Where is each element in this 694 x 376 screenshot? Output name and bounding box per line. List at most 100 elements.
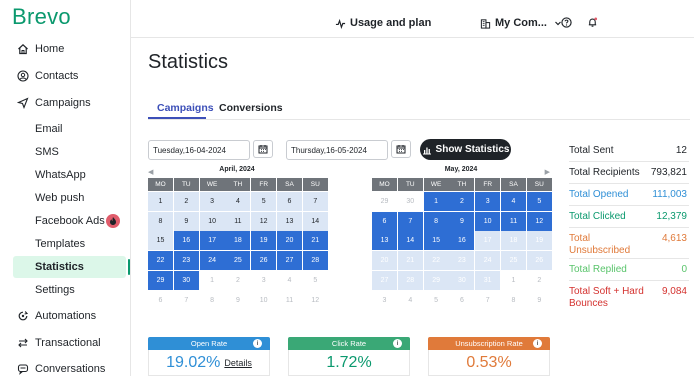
calendar-day[interactable]: 4 [225, 191, 251, 211]
show-statistics-button[interactable]: Show Statistics [420, 139, 511, 160]
calendar-day[interactable]: 10 [475, 211, 501, 231]
calendar-day[interactable]: 30 [449, 270, 475, 290]
calendar-day[interactable]: 30 [397, 191, 423, 211]
calendar-day[interactable]: 5 [423, 290, 449, 310]
calendar-day[interactable]: 7 [475, 290, 501, 310]
tab-conversions[interactable]: Conversions [219, 102, 283, 114]
calendar-day[interactable]: 21 [302, 231, 328, 251]
calendar-day[interactable]: 27 [372, 270, 397, 290]
calendar-day[interactable]: 23 [449, 251, 475, 271]
calendar-day[interactable]: 3 [372, 290, 397, 310]
calendar-day[interactable]: 15 [148, 231, 173, 251]
sidebar-item-contacts[interactable]: Contacts [0, 65, 130, 87]
calendar-day[interactable]: 24 [475, 251, 501, 271]
calendar-day[interactable]: 19 [251, 231, 277, 251]
sidebar-item-templates[interactable]: Templates [0, 233, 130, 255]
calendar-day[interactable]: 6 [148, 290, 173, 310]
end-calendar-button[interactable] [391, 140, 411, 158]
calendar-day[interactable]: 12 [302, 290, 328, 310]
calendar-day[interactable]: 1 [423, 191, 449, 211]
calendar-day[interactable]: 28 [302, 251, 328, 271]
calendar-day[interactable]: 19 [526, 231, 552, 251]
calendar-day[interactable]: 5 [251, 191, 277, 211]
calendar-day[interactable]: 6 [449, 290, 475, 310]
calendar-day[interactable]: 7 [302, 191, 328, 211]
sidebar-item-automations[interactable]: Automations [0, 305, 130, 327]
calendar-day[interactable]: 8 [199, 290, 225, 310]
sidebar-item-sms[interactable]: SMS [0, 141, 130, 163]
tab-campaigns[interactable]: Campaigns [157, 102, 214, 114]
company-menu-button[interactable]: My Com... [480, 17, 562, 29]
calendar-day[interactable]: 7 [173, 290, 199, 310]
sidebar-item-transactional[interactable]: Transactional [0, 332, 130, 354]
brevo-logo[interactable]: Brevo [12, 4, 71, 30]
next-month-arrow[interactable]: ▶ [545, 168, 550, 176]
calendar-day[interactable]: 10 [199, 211, 225, 231]
calendar-day[interactable]: 21 [397, 251, 423, 271]
calendar-day[interactable]: 17 [199, 231, 225, 251]
calendar-day[interactable]: 17 [475, 231, 501, 251]
usage-and-plan-button[interactable]: Usage and plan [335, 17, 431, 29]
calendar-day[interactable]: 9 [225, 290, 251, 310]
sidebar-item-email[interactable]: Email [0, 118, 130, 140]
sidebar-item-whatsapp[interactable]: WhatsApp [0, 164, 130, 186]
help-icon[interactable] [561, 17, 572, 28]
calendar-day[interactable]: 4 [276, 270, 302, 290]
calendar-day[interactable]: 5 [302, 270, 328, 290]
calendar-day[interactable]: 31 [475, 270, 501, 290]
calendar-day[interactable]: 23 [173, 251, 199, 271]
calendar-day[interactable]: 24 [199, 251, 225, 271]
calendar-day[interactable]: 26 [526, 251, 552, 271]
calendar-day[interactable]: 29 [148, 270, 173, 290]
calendar-day[interactable]: 18 [225, 231, 251, 251]
calendar-day[interactable]: 2 [449, 191, 475, 211]
calendar-day[interactable]: 11 [500, 211, 526, 231]
calendar-day[interactable]: 28 [397, 270, 423, 290]
calendar-day[interactable]: 6 [276, 191, 302, 211]
calendar-day[interactable]: 1 [148, 191, 173, 211]
sidebar-item-home[interactable]: Home [0, 38, 130, 60]
calendar-day[interactable]: 14 [397, 231, 423, 251]
sidebar-item-statistics[interactable]: Statistics [13, 256, 126, 278]
calendar-day[interactable]: 10 [251, 290, 277, 310]
calendar-day[interactable]: 4 [397, 290, 423, 310]
calendar-day[interactable]: 7 [397, 211, 423, 231]
calendar-day[interactable]: 18 [500, 231, 526, 251]
calendar-day[interactable]: 2 [225, 270, 251, 290]
calendar-day[interactable]: 9 [449, 211, 475, 231]
calendar-day[interactable]: 11 [225, 211, 251, 231]
sidebar-item-conversations[interactable]: Conversations [0, 358, 130, 376]
start-calendar-button[interactable] [253, 140, 273, 158]
end-date-input[interactable]: Thursday,16-05-2024 [286, 140, 388, 160]
calendar-day[interactable]: 1 [199, 270, 225, 290]
sidebar-item-web-push[interactable]: Web push [0, 187, 130, 209]
calendar-day[interactable]: 25 [225, 251, 251, 271]
calendar-day[interactable]: 20 [276, 231, 302, 251]
info-icon[interactable]: i [253, 339, 262, 348]
calendar-day[interactable]: 14 [302, 211, 328, 231]
calendar-day[interactable]: 9 [526, 290, 552, 310]
calendar-day[interactable]: 3 [251, 270, 277, 290]
calendar-day[interactable]: 16 [449, 231, 475, 251]
sidebar-item-settings[interactable]: Settings [0, 279, 130, 301]
calendar-day[interactable]: 4 [500, 191, 526, 211]
details-link[interactable]: Details [224, 358, 252, 368]
calendar-day[interactable]: 13 [276, 211, 302, 231]
sidebar-item-campaigns[interactable]: Campaigns [0, 92, 130, 114]
info-icon[interactable]: i [393, 339, 402, 348]
calendar-day[interactable]: 20 [372, 251, 397, 271]
calendar-day[interactable]: 29 [372, 191, 397, 211]
calendar-day[interactable]: 11 [276, 290, 302, 310]
calendar-day[interactable]: 2 [526, 270, 552, 290]
calendar-day[interactable]: 1 [500, 270, 526, 290]
calendar-day[interactable]: 5 [526, 191, 552, 211]
calendar-day[interactable]: 25 [500, 251, 526, 271]
calendar-day[interactable]: 27 [276, 251, 302, 271]
calendar-day[interactable]: 16 [173, 231, 199, 251]
calendar-day[interactable]: 9 [173, 211, 199, 231]
calendar-day[interactable]: 29 [423, 270, 449, 290]
calendar-day[interactable]: 22 [423, 251, 449, 271]
calendar-day[interactable]: 30 [173, 270, 199, 290]
calendar-day[interactable]: 26 [251, 251, 277, 271]
calendar-day[interactable]: 12 [251, 211, 277, 231]
